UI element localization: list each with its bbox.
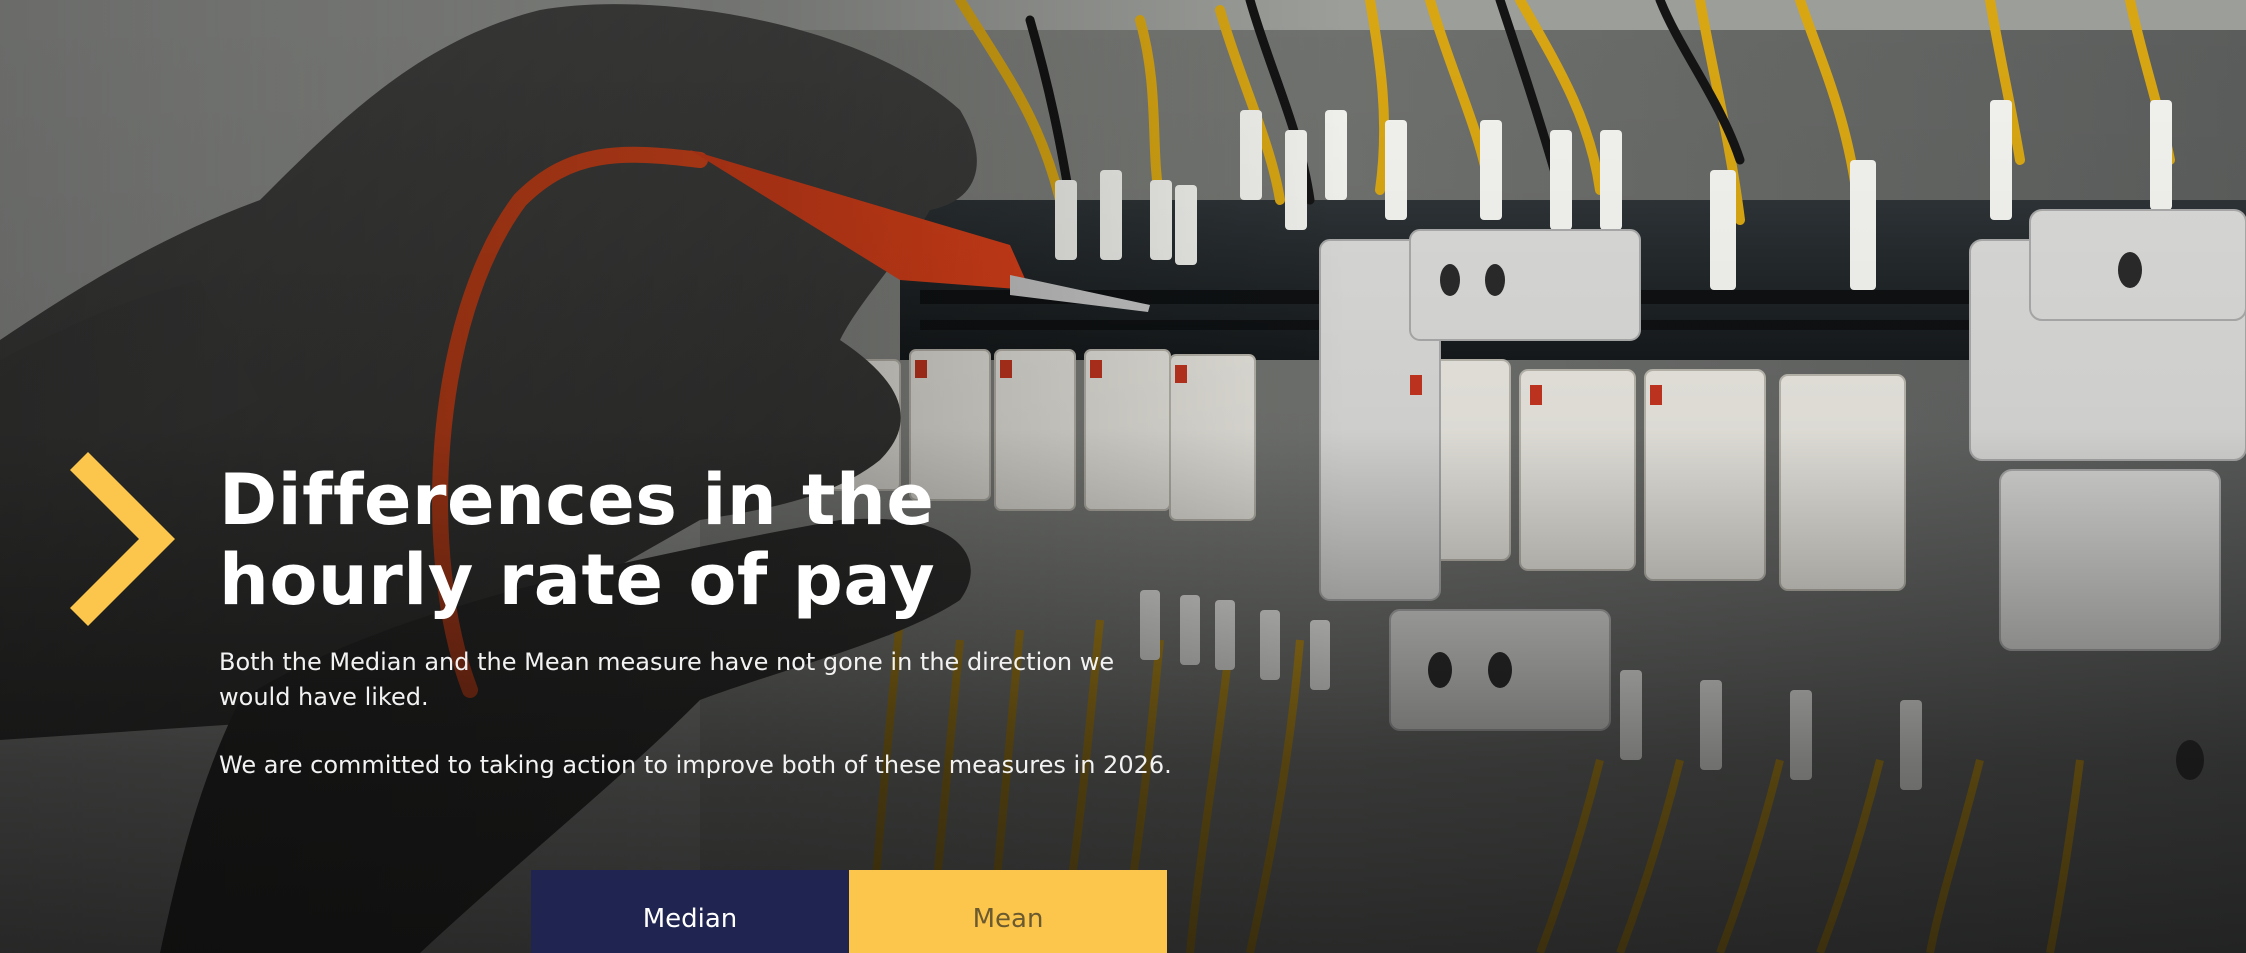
title-line-1: Differences in the bbox=[219, 459, 935, 541]
page-title: Differences in the hourly rate of pay bbox=[219, 460, 1119, 620]
hero-section: Differences in the hourly rate of pay Bo… bbox=[0, 0, 2246, 953]
title-line-2: hourly rate of pay bbox=[219, 539, 936, 621]
chevron-right-icon bbox=[70, 452, 175, 626]
commitment-paragraph: We are committed to taking action to imp… bbox=[219, 751, 1172, 779]
tab-mean[interactable]: Mean bbox=[849, 870, 1167, 953]
measure-tabs: Median Mean bbox=[531, 870, 1167, 953]
tab-median[interactable]: Median bbox=[531, 870, 849, 953]
intro-paragraph: Both the Median and the Mean measure hav… bbox=[219, 648, 1115, 711]
